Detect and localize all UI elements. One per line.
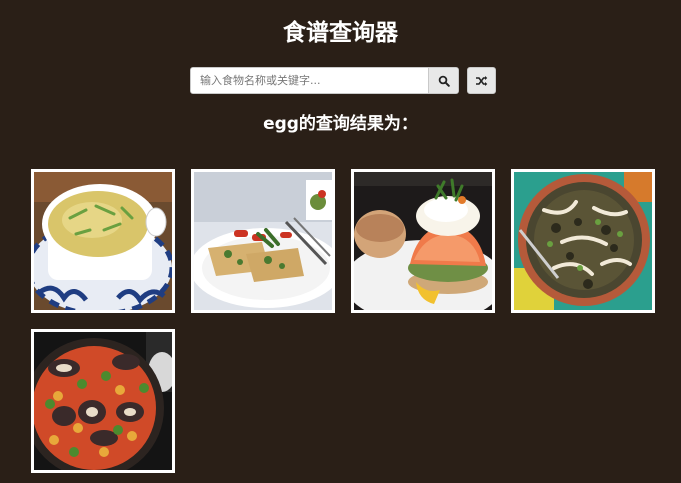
paella-photo [34,332,172,470]
recipe-card[interactable] [31,169,175,313]
search-box [190,67,459,94]
app-title: 食谱查询器 [283,20,398,46]
search-icon [438,75,450,87]
random-button[interactable] [467,67,496,94]
eggs-benedict-salmon-photo [354,172,492,310]
recipe-card[interactable] [191,169,335,313]
recipe-card[interactable] [351,169,495,313]
shuffle-icon [476,75,488,86]
search-input[interactable] [191,68,428,93]
omelette-wrap-photo [194,172,332,310]
search-button[interactable] [428,68,458,93]
search-bar [190,67,496,94]
result-heading: egg的查询结果为： [263,114,418,134]
lentil-dish-photo [514,172,652,310]
egg-drop-soup-photo [34,172,172,310]
recipe-card[interactable] [31,329,175,473]
recipe-card[interactable] [511,169,655,313]
